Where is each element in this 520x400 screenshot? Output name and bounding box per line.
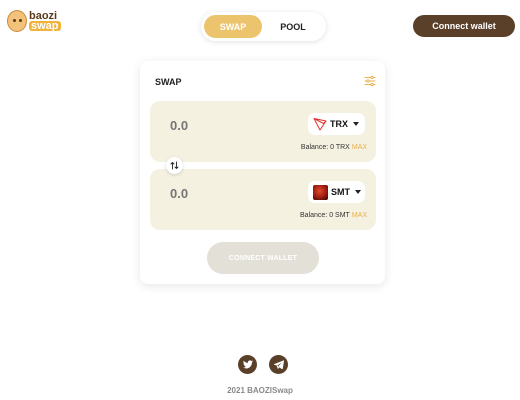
swap-card: SWAP TRX Balance: 0 TRXMAX (140, 61, 385, 284)
from-token-panel: TRX Balance: 0 TRXMAX (150, 101, 376, 162)
chevron-down-icon (355, 190, 361, 194)
from-balance-text: Balance: 0 TRX (300, 144, 350, 151)
to-token-select[interactable]: SMT (308, 181, 365, 203)
from-balance: Balance: 0 TRX MAX (301, 144, 367, 151)
smt-token-icon (313, 184, 328, 200)
telegram-icon (273, 360, 284, 369)
logo[interactable]: baozi swap (7, 10, 61, 32)
chevron-down-icon (353, 122, 359, 126)
to-token-name: SMT (331, 187, 350, 197)
from-token-name: TRX (330, 119, 348, 129)
nav-tabs: SWAP POOL (201, 12, 326, 41)
from-amount-input[interactable] (170, 118, 270, 133)
to-max-button[interactable]: MAX (352, 212, 367, 219)
to-balance: Balance: 0 SMT MAX (300, 212, 367, 219)
telegram-link[interactable] (269, 355, 288, 374)
card-title: SWAP (155, 77, 182, 87)
from-token-select[interactable]: TRX (308, 113, 365, 135)
logo-text-bottom: swap (29, 20, 61, 32)
trx-token-icon (313, 118, 327, 131)
connect-wallet-button[interactable]: Connect wallet (413, 15, 515, 37)
to-balance-text: Balance: 0 SMT (300, 212, 350, 219)
copyright-text: 2021 BAOZISwap (227, 386, 293, 395)
connect-wallet-main-button[interactable]: CONNECT WALLET (207, 242, 319, 274)
from-max-button[interactable]: MAX (352, 144, 367, 151)
tab-swap[interactable]: SWAP (204, 15, 262, 38)
settings-sliders-icon[interactable] (364, 75, 376, 87)
tab-pool[interactable]: POOL (264, 15, 322, 38)
baozi-mascot-icon (7, 10, 27, 32)
swap-direction-button[interactable] (166, 157, 183, 174)
twitter-icon (242, 360, 253, 369)
to-amount-input[interactable] (170, 186, 270, 201)
to-token-panel: SMT Balance: 0 SMTMAX (150, 169, 376, 230)
swap-arrows-icon (170, 161, 179, 170)
twitter-link[interactable] (238, 355, 257, 374)
